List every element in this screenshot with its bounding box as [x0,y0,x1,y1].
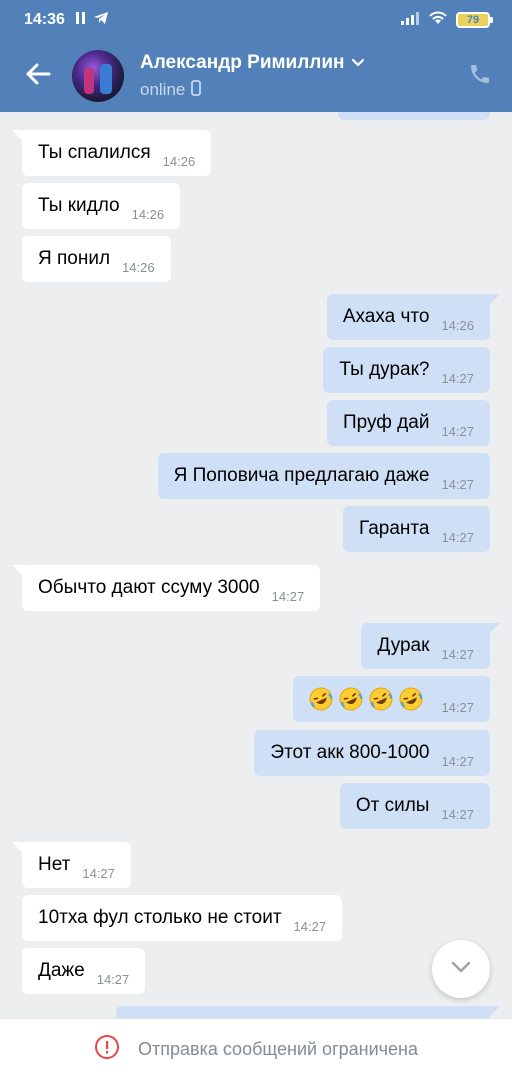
message-text: 10тха фул столько не стоит [38,907,282,928]
wifi-icon [428,11,448,30]
message-text: Ты спалился [38,142,151,163]
message-text: Этот акк 800-1000 [270,742,430,763]
message-time: 14:27 [441,529,474,545]
message-bubble[interactable]: Ты дурак? 14:27 [323,347,490,393]
message-bubble[interactable]: Нет 14:27 [12,842,131,888]
message-bubble[interactable]: Ахаха что 14:26 [326,294,501,340]
contact-status: online [140,80,186,99]
status-time: 14:36 [24,11,65,28]
back-button[interactable] [8,46,68,106]
signal-icon [400,11,420,30]
status-bar: 14:36 79 [0,0,512,40]
message-time: 14:26 [162,153,196,169]
message-time: 14:27 [293,918,327,934]
message-list[interactable]: Ты спалился 14:26 Ты кидло 14:26 Я понил… [0,112,512,1018]
message-bubble[interactable]: Ты спалился 14:26 [11,130,212,176]
contact-name: Александр Римиллин [140,51,345,73]
message-time: 14:27 [441,370,474,386]
message-text: Ты кидло [38,195,120,216]
message-bubble[interactable]: Даже 14:27 [22,948,146,994]
message-time: 14:27 [271,588,305,604]
message-bubble-partial[interactable] [116,1006,500,1018]
message-text: Ты дурак? [339,359,430,380]
message-time: 14:26 [441,317,474,333]
message-text: Гаранта [358,518,430,539]
avatar[interactable] [72,50,124,102]
message-time: 14:27 [441,476,474,492]
message-bubble[interactable]: Я Поповича предлагаю даже 14:27 [157,453,490,499]
message-bubble[interactable]: От силы 14:27 [339,783,490,829]
message-bubble[interactable]: Я понил 14:26 [22,236,171,282]
message-bubble[interactable]: Ты кидло 14:26 [22,183,181,229]
scroll-down-button[interactable] [432,940,490,998]
back-arrow-icon [25,63,51,90]
message-text: Ахаха что [342,306,430,327]
message-bubble[interactable]: Дурак 14:27 [361,623,500,669]
message-time: 14:27 [441,806,474,822]
message-text: От силы [355,795,430,816]
message-text: Я Поповича предлагаю даже [173,465,430,486]
message-time: 14:27 [441,423,474,439]
phone-icon [468,62,492,91]
restriction-bar: Отправка сообщений ограничена [0,1018,512,1080]
message-time: 14:27 [96,971,130,987]
restriction-notice: Отправка сообщений ограничена [138,1039,418,1059]
exclamation-circle-icon [94,1034,120,1065]
mobile-icon [191,79,202,101]
call-button[interactable] [456,52,504,100]
message-time: 14:26 [131,206,165,222]
message-bubble[interactable]: 10тха фул столько не стоит 14:27 [22,895,343,941]
pause-icon [75,11,87,30]
telegram-icon [93,11,109,30]
rolling-on-floor-laughing-icon [339,687,363,711]
message-bubble[interactable]: 14:27 [293,676,490,722]
chevron-down-icon [450,960,472,979]
message-time: 14:27 [441,699,474,715]
message-bubble[interactable]: Обычто дают ссуму 3000 14:27 [11,565,321,611]
rolling-on-floor-laughing-icon [399,687,423,711]
message-text: Обычто дают ссуму 3000 [38,577,260,598]
message-text: Я понил [38,248,111,269]
message-time: 14:27 [82,865,115,881]
message-bubble[interactable]: Гаранта 14:27 [342,506,490,552]
message-text: Пруф дай [342,412,430,433]
contact-info[interactable]: Александр Римиллин online [140,52,456,101]
message-bubble-partial[interactable] [338,112,490,120]
app-header: 14:36 79 Александр Римиллин online [0,0,512,112]
rolling-on-floor-laughing-icon [309,687,333,711]
message-bubble[interactable]: Этот акк 800-1000 14:27 [254,730,490,776]
message-text: Нет [38,854,71,875]
rolling-on-floor-laughing-icon [369,687,393,711]
message-bubble[interactable]: Пруф дай 14:27 [326,400,490,446]
chevron-down-icon [351,52,365,74]
battery-icon: 79 [456,12,493,28]
message-time: 14:26 [122,259,155,275]
message-time: 14:27 [441,646,474,662]
toolbar: Александр Римиллин online [0,40,512,112]
message-time: 14:27 [441,753,474,769]
message-text: Даже [38,960,85,981]
message-text: Дурак [377,635,430,656]
